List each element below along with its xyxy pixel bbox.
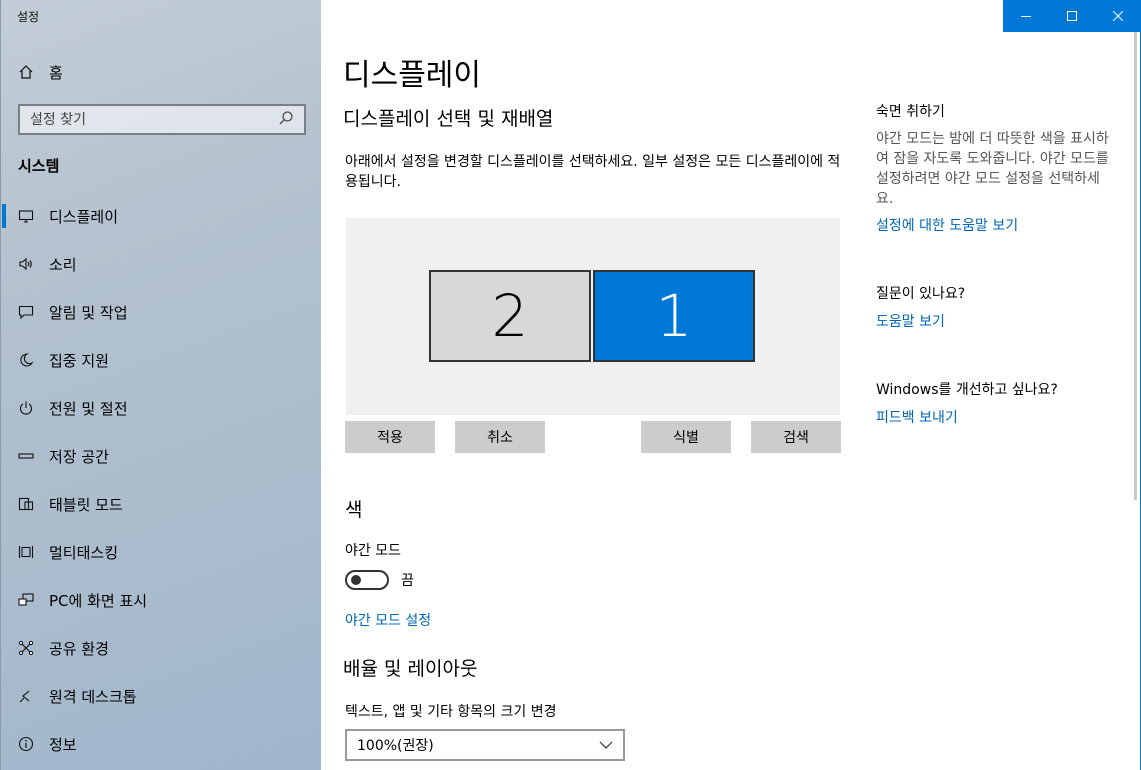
chevron-down-icon	[599, 741, 613, 749]
sidebar-item-project-to-pc[interactable]: PC에 화면 표시	[1, 576, 322, 624]
sidebar-nav: 디스플레이 소리 알림 및 작업 집중 지원 전원 및 절전 저장 공간 태블릿…	[1, 192, 322, 768]
question-title: 질문이 있나요?	[876, 286, 966, 302]
help-link[interactable]: 도움말 보기	[876, 311, 945, 331]
home-label: 홈	[49, 63, 63, 82]
scrollbar[interactable]	[1134, 32, 1137, 500]
sleep-title: 숙면 취하기	[876, 104, 945, 120]
tablet-icon	[17, 495, 35, 513]
sidebar-item-notifications[interactable]: 알림 및 작업	[1, 288, 322, 336]
sidebar-item-label: 전원 및 절전	[49, 399, 128, 418]
multitasking-icon	[17, 543, 35, 561]
sidebar-item-label: 알림 및 작업	[49, 303, 128, 322]
settings-search-box[interactable]	[18, 104, 306, 135]
sidebar-item-shared-experiences[interactable]: 공유 환경	[1, 624, 322, 672]
app-title: 설정	[17, 10, 40, 24]
display-arrangement-area[interactable]: 2 1	[346, 218, 840, 415]
sidebar-item-storage[interactable]: 저장 공간	[1, 432, 322, 480]
sidebar-item-label: 집중 지원	[49, 351, 109, 370]
sidebar-item-power[interactable]: 전원 및 절전	[1, 384, 322, 432]
sidebar-item-multitasking[interactable]: 멀티태스킹	[1, 528, 322, 576]
feedback-link[interactable]: 피드백 보내기	[876, 407, 958, 427]
close-button[interactable]	[1095, 0, 1141, 32]
sidebar-item-label: 저장 공간	[49, 447, 109, 466]
toggle-knob	[351, 575, 361, 585]
home-nav-item[interactable]: 홈	[17, 60, 63, 84]
monitor-1[interactable]: 1	[593, 270, 755, 362]
close-icon	[1113, 11, 1123, 21]
share-icon	[17, 639, 35, 657]
sidebar-item-tablet-mode[interactable]: 태블릿 모드	[1, 480, 322, 528]
sleep-help-link[interactable]: 설정에 대한 도움말 보기	[876, 215, 1018, 235]
identify-button[interactable]: 식별	[641, 421, 731, 453]
power-icon	[17, 399, 35, 417]
minimize-button[interactable]	[1003, 0, 1049, 32]
apply-button[interactable]: 적용	[345, 421, 435, 453]
home-icon	[17, 63, 35, 81]
scale-value: 100%(권장)	[357, 738, 434, 754]
color-section-title: 색	[345, 499, 363, 521]
night-light-label: 야간 모드	[345, 543, 401, 559]
sidebar-item-label: 정보	[49, 735, 77, 754]
scale-section-title: 배율 및 레이아웃	[343, 658, 478, 680]
sidebar-item-label: 멀티태스킹	[49, 543, 119, 562]
window-controls	[1003, 0, 1141, 32]
notification-icon	[17, 303, 35, 321]
night-light-toggle[interactable]	[345, 570, 389, 590]
sidebar-item-label: 원격 데스크톱	[49, 687, 137, 706]
maximize-button[interactable]	[1049, 0, 1095, 32]
storage-icon	[17, 447, 35, 465]
moon-icon	[17, 351, 35, 369]
improve-title: Windows를 개선하고 싶나요?	[876, 382, 1058, 398]
sidebar: 설정 홈 시스템 디스플레이 소리 알림 및 작	[0, 0, 321, 770]
search-icon[interactable]	[278, 110, 294, 130]
sidebar-item-label: 태블릿 모드	[49, 495, 123, 514]
project-icon	[17, 591, 35, 609]
sleep-description: 야간 모드는 밤에 더 따뜻한 색을 표시하여 잠을 자도록 도와줍니다. 야간…	[876, 131, 1109, 207]
sidebar-item-about[interactable]: 정보	[1, 720, 322, 768]
sidebar-item-focus-assist[interactable]: 집중 지원	[1, 336, 322, 384]
info-icon	[17, 735, 35, 753]
sidebar-item-label: 공유 환경	[49, 639, 109, 658]
page-title: 디스플레이	[343, 58, 481, 93]
monitor-2[interactable]: 2	[429, 270, 591, 362]
maximize-icon	[1067, 11, 1077, 21]
speaker-icon	[17, 255, 35, 273]
arrange-title: 디스플레이 선택 및 재배열	[343, 108, 554, 130]
sidebar-item-sound[interactable]: 소리	[1, 240, 322, 288]
remote-desktop-icon	[17, 687, 35, 705]
sidebar-item-display[interactable]: 디스플레이	[1, 192, 322, 240]
scale-label: 텍스트, 앱 및 기타 항목의 크기 변경	[345, 704, 557, 720]
scale-dropdown[interactable]: 100%(권장)	[345, 729, 625, 761]
night-light-settings-link[interactable]: 야간 모드 설정	[345, 610, 431, 630]
arrange-description: 아래에서 설정을 변경할 디스플레이를 선택하세요. 일부 설정은 모든 디스플…	[345, 154, 841, 190]
sidebar-item-label: PC에 화면 표시	[49, 591, 148, 610]
cancel-button[interactable]: 취소	[455, 421, 545, 453]
detect-button[interactable]: 검색	[751, 421, 841, 453]
main-content: 디스플레이 디스플레이 선택 및 재배열 아래에서 설정을 변경할 디스플레이를…	[321, 0, 1141, 770]
sidebar-item-label: 소리	[49, 255, 77, 274]
night-light-state: 끔	[401, 573, 414, 589]
minimize-icon	[1021, 16, 1031, 17]
display-icon	[17, 207, 35, 225]
section-title: 시스템	[18, 157, 60, 175]
sidebar-item-label: 디스플레이	[49, 207, 119, 226]
search-input[interactable]	[30, 111, 278, 128]
sidebar-item-remote-desktop[interactable]: 원격 데스크톱	[1, 672, 322, 720]
